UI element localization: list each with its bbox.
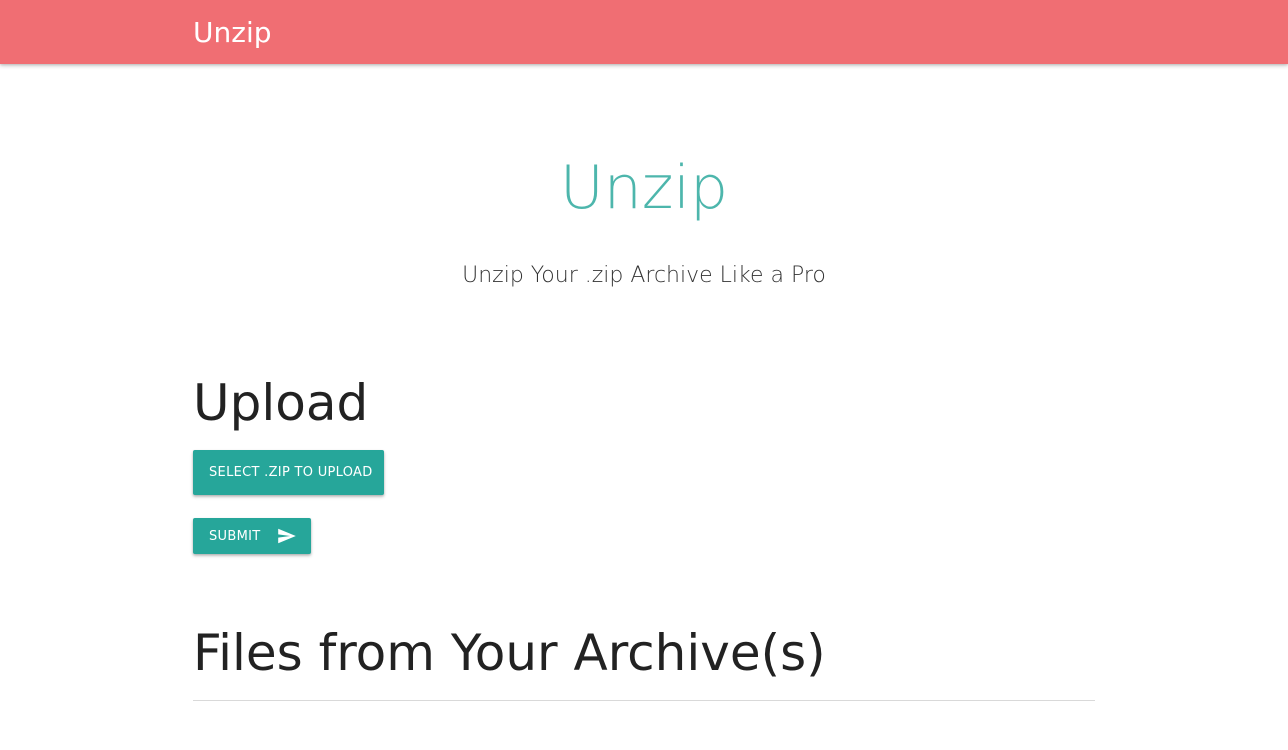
submit-button[interactable]: SUBMIT	[193, 518, 311, 554]
select-zip-button[interactable]: SELECT .ZIP TO UPLOAD	[193, 450, 384, 495]
hero-subtitle: Unzip Your .zip Archive Like a Pro	[462, 263, 826, 288]
upload-heading: Upload	[193, 374, 369, 432]
archive-files-heading: Files from Your Archive(s)	[193, 624, 826, 682]
send-icon	[278, 528, 296, 544]
top-navbar: Unzip	[0, 0, 1288, 64]
brand-logo-link[interactable]: Unzip	[193, 15, 272, 51]
hero-title: Unzip	[559, 153, 729, 223]
select-zip-button-label: SELECT .ZIP TO UPLOAD	[209, 465, 373, 480]
section-divider	[193, 700, 1095, 701]
submit-button-label: SUBMIT	[209, 528, 261, 544]
